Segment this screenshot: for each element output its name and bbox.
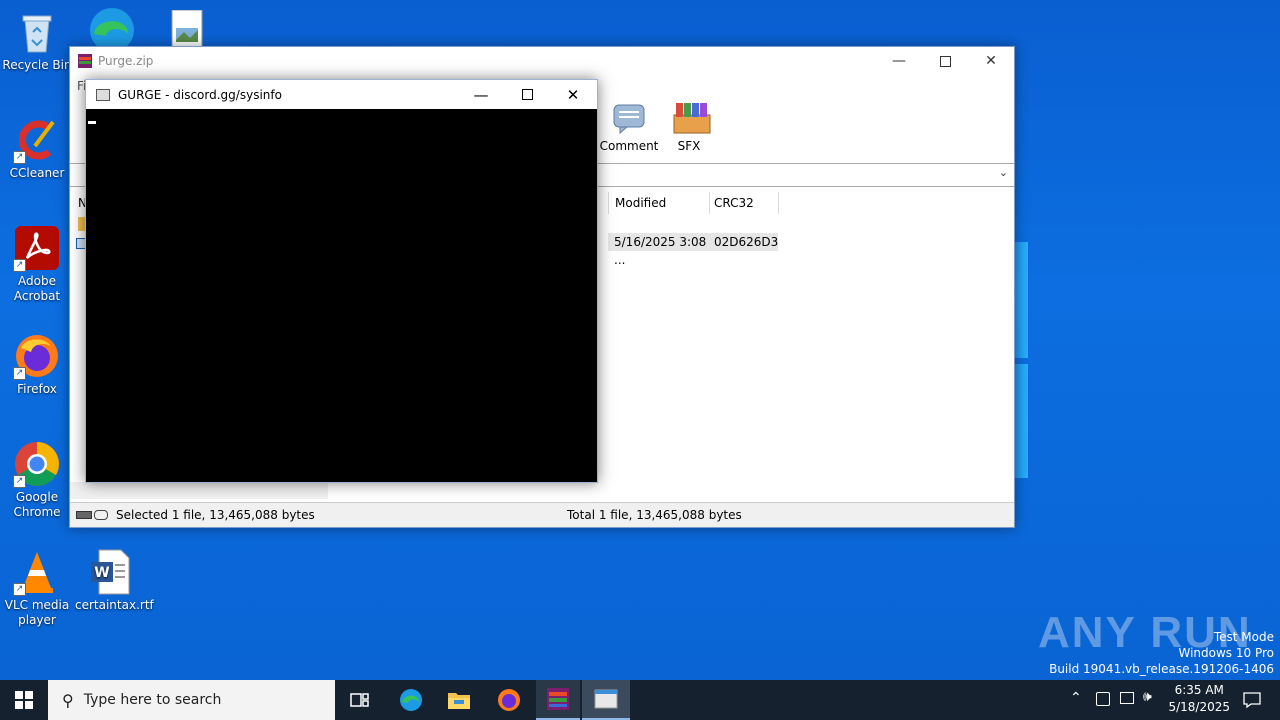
- status-bar: Selected 1 file, 13,465,088 bytes Total …: [70, 502, 1014, 527]
- close-button[interactable]: ✕: [968, 47, 1014, 75]
- wallpaper-pane-bottom: [1014, 364, 1028, 478]
- console-window[interactable]: GURGE - discord.gg/sysinfo — ✕: [85, 79, 598, 483]
- start-button[interactable]: [0, 680, 48, 720]
- console-close-button[interactable]: ✕: [550, 80, 596, 109]
- winrar-titlebar[interactable]: Purge.zip: [70, 47, 1014, 75]
- wallpaper-pane-top: [1014, 242, 1028, 358]
- shortcut-arrow-icon: ↗: [13, 583, 26, 596]
- desktop-icon-ccleaner[interactable]: ↗ CCleaner: [1, 116, 73, 181]
- shortcut-arrow-icon: ↗: [13, 151, 26, 164]
- file-row-modified[interactable]: 5/16/2025 3:08 ...: [608, 233, 710, 267]
- chevron-down-icon: ⌄: [998, 166, 1008, 179]
- shortcut-arrow-icon: ↗: [13, 475, 26, 488]
- desktop-icon-vlc[interactable]: ↗ VLC media player: [1, 548, 73, 628]
- taskbar-search-box[interactable]: ⚲ Type here to search: [48, 680, 335, 720]
- image-file-desktop-icon-partial[interactable]: [170, 10, 204, 46]
- taskbar-firefox-button[interactable]: [488, 680, 530, 720]
- shortcut-arrow-icon: ↗: [13, 367, 26, 380]
- desktop-icon-firefox[interactable]: ↗ Firefox: [1, 332, 73, 397]
- column-header-modified[interactable]: Modified: [608, 192, 710, 214]
- maximize-icon: [521, 89, 533, 100]
- edge-desktop-icon-partial[interactable]: [88, 6, 136, 46]
- folder-icon: [448, 693, 470, 709]
- desktop-icon-certaintax[interactable]: W certaintax.rtf: [75, 548, 154, 613]
- winrar-title: Purge.zip: [98, 54, 154, 68]
- status-total: Total 1 file, 13,465,088 bytes: [567, 508, 742, 522]
- status-selected: Selected 1 file, 13,465,088 bytes: [116, 508, 315, 522]
- taskbar-clock[interactable]: 6:35 AM 5/18/2025: [1168, 682, 1230, 716]
- chrome-icon: ↗: [13, 440, 61, 488]
- firefox-icon: [498, 689, 520, 711]
- taskbar-edge-button[interactable]: [390, 680, 432, 720]
- word-document-icon: W: [87, 548, 135, 596]
- console-maximize-button[interactable]: [504, 80, 550, 109]
- column-header-crc32[interactable]: CRC32: [708, 192, 779, 214]
- clock-time: 6:35 AM: [1174, 683, 1224, 697]
- desktop-icon-google-chrome[interactable]: ↗ Google Chrome: [1, 440, 73, 520]
- show-hidden-icons-button[interactable]: ⌃: [1070, 690, 1082, 706]
- console-minimize-button[interactable]: —: [458, 80, 504, 109]
- task-view-button[interactable]: [340, 680, 380, 720]
- recycle-bin-icon: [13, 8, 61, 56]
- watermark-line: Test Mode: [1213, 630, 1274, 644]
- clock-date: 5/18/2025: [1168, 700, 1230, 714]
- maximize-button[interactable]: [922, 47, 968, 75]
- desktop-icon-label: VLC media player: [4, 598, 70, 627]
- network-tray-icon-1[interactable]: [1096, 692, 1110, 706]
- ccleaner-icon: ↗: [13, 116, 61, 164]
- svg-text:W: W: [94, 565, 109, 581]
- desktop-icon-label: Adobe Acrobat: [13, 274, 61, 303]
- console-title: GURGE - discord.gg/sysinfo: [118, 87, 282, 102]
- taskbar-winrar-button[interactable]: [536, 680, 580, 720]
- search-icon: ⚲: [62, 690, 74, 710]
- file-row-crc32[interactable]: 02D626D3: [708, 233, 778, 251]
- console-icon: [594, 689, 618, 709]
- drive-icon: [76, 511, 92, 519]
- desktop-icon-label: certaintax.rtf: [75, 598, 154, 612]
- adobe-acrobat-icon: ↗: [13, 224, 61, 272]
- taskbar: ⚲ Type here to search ⌃ 🕪 6:35 AM 5/18/2…: [0, 680, 1280, 720]
- task-view-icon: [350, 693, 369, 707]
- notification-icon: [1243, 692, 1261, 708]
- desktop-icon-label: Firefox: [17, 382, 57, 396]
- os-watermark: Test Mode Windows 10 Pro Build 19041.vb_…: [1049, 629, 1274, 677]
- minimize-button[interactable]: —: [876, 47, 922, 75]
- maximize-icon: [939, 55, 951, 67]
- comment-label: Comment: [599, 139, 659, 153]
- windows-logo-icon: [15, 691, 33, 709]
- taskbar-file-explorer-button[interactable]: [438, 680, 480, 720]
- sfx-button[interactable]: SFX: [659, 101, 719, 153]
- desktop-icon-label: CCleaner: [9, 166, 65, 180]
- network-tray-icon-2[interactable]: [1120, 692, 1134, 704]
- taskbar-console-button[interactable]: [582, 680, 630, 720]
- winrar-app-icon: [78, 54, 92, 68]
- text-cursor: [88, 121, 96, 124]
- watermark-line: Build 19041.vb_release.191206-1406: [1049, 662, 1274, 676]
- edge-icon: [400, 689, 422, 711]
- horizontal-scrollbar[interactable]: [70, 482, 328, 499]
- desktop-icon-adobe-acrobat[interactable]: ↗ Adobe Acrobat: [1, 224, 73, 304]
- key-icon: [94, 510, 108, 520]
- search-placeholder: Type here to search: [83, 692, 222, 708]
- shortcut-arrow-icon: ↗: [13, 259, 26, 272]
- notification-center-button[interactable]: [1234, 680, 1270, 720]
- console-output[interactable]: [86, 109, 597, 482]
- volume-icon[interactable]: 🕪: [1143, 689, 1152, 705]
- desktop-icon-label: Recycle Bin: [2, 58, 72, 72]
- desktop-icon-label: Google Chrome: [13, 490, 61, 519]
- desktop-icon-recycle-bin[interactable]: Recycle Bin: [1, 8, 73, 73]
- winrar-icon: [547, 688, 569, 710]
- sfx-icon: [672, 101, 711, 135]
- vlc-cone-icon: ↗: [13, 548, 61, 596]
- firefox-icon: ↗: [13, 332, 61, 380]
- watermark-line: Windows 10 Pro: [1178, 646, 1274, 660]
- comment-button[interactable]: Comment: [599, 101, 659, 153]
- console-app-icon: [96, 88, 110, 101]
- comment-icon: [612, 101, 646, 135]
- sfx-label: SFX: [677, 139, 701, 153]
